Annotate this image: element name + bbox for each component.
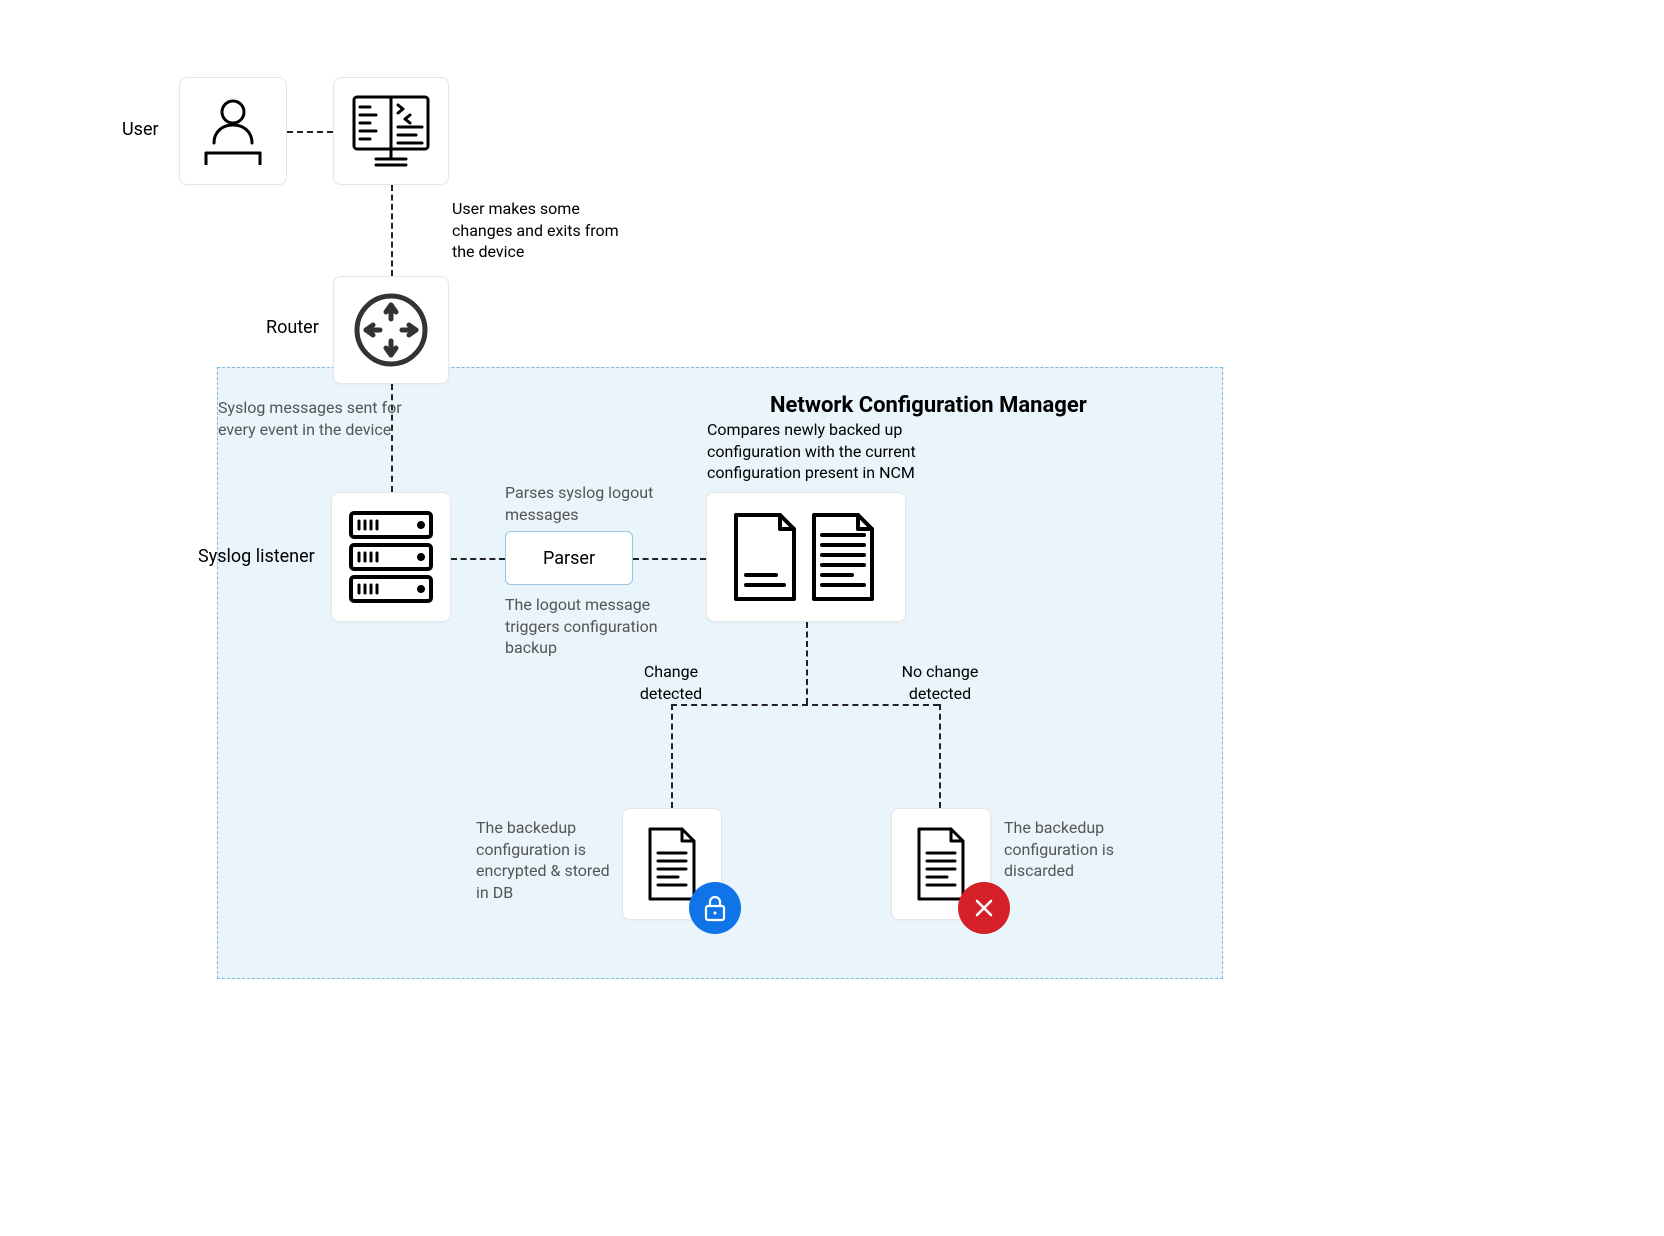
close-icon <box>973 897 995 919</box>
user-label: User <box>122 119 159 140</box>
router-icon <box>352 291 430 369</box>
ncm-title: Network Configuration Manager <box>770 393 1087 418</box>
connector-split-right <box>939 704 941 808</box>
user-node <box>179 77 287 185</box>
discarded-badge <box>958 882 1010 934</box>
caption-syslog-sent: Syslog messages sent for every event in … <box>218 397 408 440</box>
connector-split-horizontal <box>671 704 939 706</box>
syslog-listener-label: Syslog listener <box>198 546 315 567</box>
two-documents-icon <box>726 507 886 607</box>
user-icon <box>202 97 264 165</box>
computer-icon <box>350 93 432 169</box>
caption-encrypted-stored: The backedup configuration is encrypted … <box>476 817 616 903</box>
parser-label: Parser <box>543 548 595 569</box>
connector-syslog-parser <box>451 558 505 560</box>
syslog-listener-node <box>331 492 451 622</box>
connector-parser-compare <box>633 558 706 560</box>
caption-parses-syslog: Parses syslog logout messages <box>505 482 655 525</box>
caption-compare: Compares newly backed up configuration w… <box>707 419 977 484</box>
diagram-canvas: Network Configuration Manager User <box>0 0 1664 1236</box>
document-lines-icon <box>642 825 702 903</box>
document-lines-icon-2 <box>911 825 971 903</box>
encrypted-badge <box>689 882 741 934</box>
connector-computer-router <box>391 185 393 276</box>
router-node <box>333 276 449 384</box>
caption-change-detected: Change detected <box>626 661 716 704</box>
compare-node <box>706 492 906 622</box>
connector-compare-split <box>806 622 808 704</box>
connector-user-computer <box>287 131 333 133</box>
lock-icon <box>703 894 727 922</box>
router-label: Router <box>266 317 319 338</box>
parser-node: Parser <box>505 531 633 585</box>
caption-logout-triggers: The logout message triggers configuratio… <box>505 594 695 659</box>
caption-discarded: The backedup configuration is discarded <box>1004 817 1144 882</box>
server-stack-icon <box>347 509 435 605</box>
computer-node <box>333 77 449 185</box>
connector-split-left <box>671 704 673 808</box>
caption-user-changes: User makes some changes and exits from t… <box>452 198 642 263</box>
caption-no-change-detected: No change detected <box>890 661 990 704</box>
